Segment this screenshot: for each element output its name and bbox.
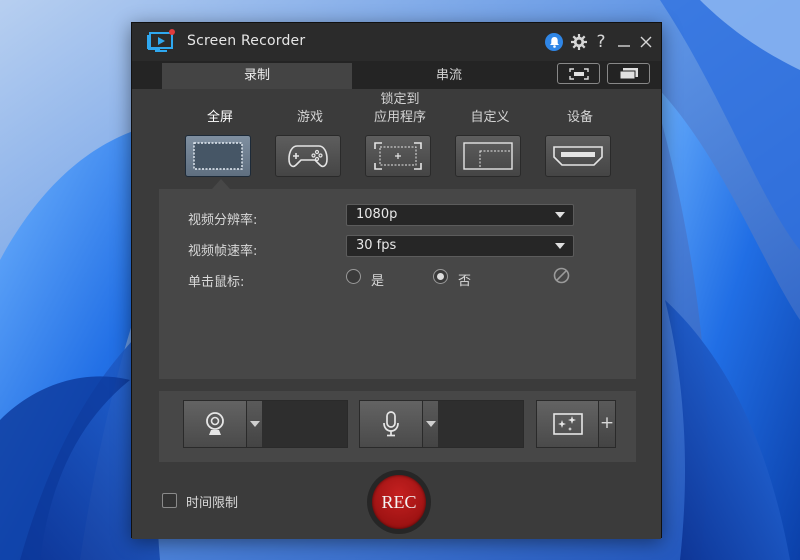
mouse-click-label: 单击鼠标: [188, 275, 245, 290]
lock-app-icon [374, 142, 422, 170]
mouse-click-yes-radio[interactable] [346, 269, 361, 284]
device-controls: + [159, 391, 636, 462]
minimize-icon [618, 45, 630, 47]
effects-button[interactable] [537, 401, 599, 447]
window-title: Screen Recorder [187, 33, 306, 49]
help-button[interactable]: ? [590, 31, 612, 53]
help-icon: ? [596, 32, 606, 52]
capture-settings-panel: 视频分辨率: 1080p 视频帧速率: 30 fps 单击鼠标: 是 否 [159, 189, 636, 379]
screen-recorder-window: Screen Recorder ? 录制 串流 全屏 游戏 锁定到 应用程序 自… [131, 22, 662, 539]
webcam-control [183, 400, 348, 448]
webcam-button[interactable] [184, 401, 246, 447]
switch-view-button[interactable] [607, 63, 650, 84]
webcam-dropdown[interactable] [246, 401, 262, 447]
mouse-click-yes-label: 是 [371, 274, 385, 289]
settings-button[interactable] [568, 31, 590, 53]
gamepad-icon [288, 145, 328, 168]
capture-region-button[interactable] [557, 63, 600, 84]
minimize-button[interactable] [613, 31, 635, 53]
prohibited-icon [553, 267, 570, 284]
custom-region-icon [463, 142, 513, 170]
hdmi-device-icon [553, 146, 603, 166]
chevron-down-icon [555, 212, 565, 218]
selected-mode-pointer [212, 179, 230, 189]
close-icon [640, 36, 652, 48]
record-panel: 全屏 游戏 锁定到 应用程序 自定义 设备 视频分辨率: 1080p 视频帧速率… [132, 89, 661, 539]
resolution-value: 1080p [356, 207, 398, 222]
gear-icon [571, 34, 587, 50]
microphone-button[interactable] [360, 401, 422, 447]
capture-region-icon [568, 67, 589, 80]
time-limit-label: 时间限制 [186, 496, 239, 511]
mode-custom-button[interactable] [455, 135, 521, 177]
mode-device-label: 设备 [566, 110, 593, 125]
framerate-select[interactable]: 30 fps [346, 235, 574, 257]
mode-device-button[interactable] [545, 135, 611, 177]
mouse-click-no-radio[interactable] [433, 269, 448, 284]
mode-game-button[interactable] [275, 135, 341, 177]
screen-recorder-logo-icon [147, 29, 175, 52]
microphone-control [359, 400, 524, 448]
title-bar[interactable]: Screen Recorder ? [132, 23, 661, 61]
tab-stream[interactable]: 串流 [354, 63, 544, 89]
resolution-select[interactable]: 1080p [346, 204, 574, 226]
chevron-down-icon [555, 243, 565, 249]
fullscreen-icon [193, 142, 243, 170]
framerate-label: 视频帧速率: [188, 244, 258, 259]
switch-view-icon [619, 68, 638, 80]
resolution-label: 视频分辨率: [188, 213, 258, 228]
effects-control: + [536, 400, 616, 448]
time-limit-checkbox[interactable] [162, 493, 177, 508]
mode-fullscreen-button[interactable] [185, 135, 251, 177]
tab-bar: 录制 串流 [132, 61, 661, 89]
framerate-value: 30 fps [356, 238, 397, 253]
bell-icon [545, 33, 563, 51]
sparkle-effects-icon [553, 413, 583, 435]
microphone-icon [383, 411, 399, 437]
mode-lock-app-button[interactable] [365, 135, 431, 177]
tab-record[interactable]: 录制 [162, 63, 352, 89]
add-effect-button[interactable]: + [598, 401, 615, 447]
notification-button[interactable] [543, 31, 565, 53]
close-button[interactable] [635, 31, 657, 53]
webcam-icon [206, 412, 224, 435]
microphone-dropdown[interactable] [422, 401, 438, 447]
record-button[interactable]: REC [372, 475, 426, 529]
mouse-click-no-label: 否 [458, 274, 472, 289]
